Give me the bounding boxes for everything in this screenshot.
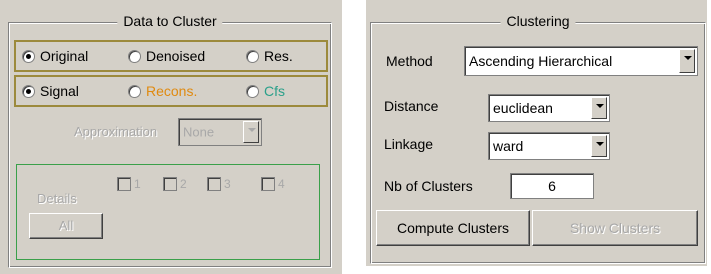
nb-clusters-label: Nb of Clusters (384, 178, 473, 194)
radio-res[interactable]: Res. (246, 48, 293, 64)
radio-signal-indicator (22, 84, 35, 98)
linkage-value: ward (493, 138, 524, 154)
nb-clusters-input[interactable]: 6 (510, 173, 594, 199)
detail-check-3-label: 3 (224, 177, 231, 191)
data-to-cluster-panel: Data to Cluster Original Denoised Res. S… (0, 0, 342, 274)
approximation-select[interactable]: None (178, 118, 262, 146)
clustering-title: Clustering (500, 13, 576, 29)
data-to-cluster-title: Data to Cluster (117, 13, 223, 29)
chevron-down-icon (591, 135, 607, 157)
distance-value: euclidean (493, 100, 553, 116)
distance-label: Distance (384, 98, 439, 114)
distance-select[interactable]: euclidean (488, 94, 610, 122)
approximation-value: None (183, 124, 215, 140)
method-value: Ascending Hierarchical (469, 53, 613, 69)
radio-original-label: Original (40, 48, 89, 64)
chevron-down-icon (591, 97, 607, 119)
linkage-label: Linkage (384, 136, 434, 152)
radio-cfs-indicator (246, 84, 259, 98)
detail-check-3[interactable]: 3 (207, 177, 231, 191)
linkage-select[interactable]: ward (488, 132, 610, 160)
show-clusters-button[interactable]: Show Clusters (532, 210, 698, 246)
detail-check-2-box (163, 177, 177, 191)
details-group: Details 1 2 3 4 All (16, 164, 320, 260)
radio-denoised-label: Denoised (146, 48, 206, 64)
method-select[interactable]: Ascending Hierarchical (464, 46, 698, 76)
radio-original[interactable]: Original (22, 48, 88, 64)
detail-check-4-label: 4 (278, 177, 285, 191)
radio-res-indicator (246, 49, 259, 63)
detail-check-1[interactable]: 1 (117, 177, 141, 191)
chevron-down-icon (679, 49, 695, 73)
method-label: Method (386, 53, 433, 69)
radio-cfs-label: Cfs (264, 83, 285, 99)
radio-recons[interactable]: Recons. (128, 83, 197, 99)
detail-check-1-box (117, 177, 131, 191)
signal-type-group: Signal Recons. Cfs (14, 75, 328, 107)
clustering-panel: Clustering Method Ascending Hierarchical… (366, 0, 707, 266)
detail-check-4-box (261, 177, 275, 191)
approximation-label: Approximation (74, 124, 158, 139)
detail-check-2[interactable]: 2 (163, 177, 187, 191)
radio-cfs[interactable]: Cfs (246, 83, 285, 99)
radio-denoised[interactable]: Denoised (128, 48, 205, 64)
compute-clusters-button[interactable]: Compute Clusters (376, 210, 530, 246)
chevron-down-icon (243, 121, 259, 143)
data-source-group: Original Denoised Res. (14, 40, 328, 72)
radio-signal[interactable]: Signal (22, 83, 79, 99)
radio-denoised-indicator (128, 49, 141, 63)
radio-recons-indicator (128, 84, 141, 98)
detail-check-3-box (207, 177, 221, 191)
radio-recons-label: Recons. (146, 83, 198, 99)
detail-check-4[interactable]: 4 (261, 177, 285, 191)
radio-original-indicator (22, 49, 35, 63)
radio-res-label: Res. (264, 48, 293, 64)
detail-check-1-label: 1 (134, 177, 141, 191)
detail-check-2-label: 2 (180, 177, 187, 191)
all-button[interactable]: All (29, 213, 103, 239)
details-label: Details (37, 191, 77, 206)
radio-signal-label: Signal (40, 83, 79, 99)
